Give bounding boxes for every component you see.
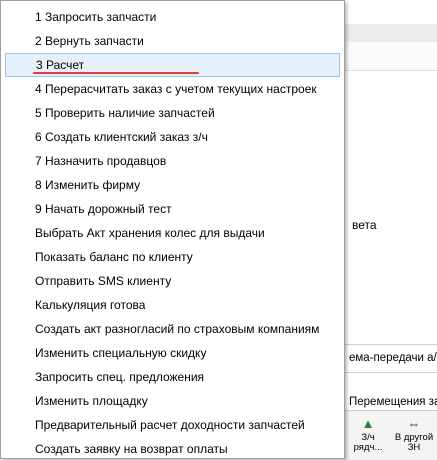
background-divider bbox=[345, 344, 437, 345]
menu-item-show-client-balance[interactable]: Показать баланс по клиенту bbox=[5, 245, 340, 269]
menu-item-label: Изменить специальную скидку bbox=[35, 346, 207, 360]
menu-item-label: 5 Проверить наличие запчастей bbox=[35, 106, 215, 120]
menu-item-create-client-order[interactable]: 6 Создать клиентский заказ з/ч bbox=[5, 125, 340, 149]
background-text-scheme: ема-передачи а/м bbox=[349, 352, 437, 364]
menu-item-preliminary-parts-profit[interactable]: Предварительный расчет доходности запчас… bbox=[5, 413, 340, 437]
background-divider bbox=[345, 372, 437, 373]
menu-item-label: 8 Изменить фирму bbox=[35, 178, 141, 192]
menu-item-label: Калькуляция готова bbox=[35, 298, 146, 312]
menu-item-label: 7 Назначить продавцов bbox=[35, 154, 167, 168]
menu-item-label: Предварительный расчет доходности запчас… bbox=[35, 418, 305, 432]
menu-item-label: Выбрать Акт хранения колес для выдачи bbox=[35, 226, 265, 240]
transfer-arrows-icon: ⇔ bbox=[407, 416, 421, 431]
menu-item-label: 6 Создать клиентский заказ з/ч bbox=[35, 130, 208, 144]
menu-item-change-site[interactable]: Изменить площадку bbox=[5, 389, 340, 413]
menu-item-assign-sellers[interactable]: 7 Назначить продавцов bbox=[5, 149, 340, 173]
menu-item-label: Создать акт разногласий по страховым ком… bbox=[35, 322, 320, 336]
menu-item-label: Изменить площадку bbox=[35, 394, 148, 408]
parts-button-label: З/ч рядч... bbox=[353, 432, 383, 453]
background-bottom-toolbar: ▲ З/ч рядч... ⇔ В другой ЗН bbox=[345, 410, 437, 460]
menu-item-create-insurance-dispute-act[interactable]: Создать акт разногласий по страховым ком… bbox=[5, 317, 340, 341]
move-to-other-order-button[interactable]: ⇔ В другой ЗН bbox=[391, 417, 437, 453]
menu-item-change-company[interactable]: 8 Изменить фирму bbox=[5, 173, 340, 197]
parts-button[interactable]: ▲ З/ч рядч... bbox=[345, 417, 391, 453]
context-menu: 1 Запросить запчасти 2 Вернуть запчасти … bbox=[0, 0, 345, 459]
tree-icon: ▲ bbox=[361, 416, 375, 431]
background-tab-moves[interactable]: Перемещения зап bbox=[349, 396, 437, 408]
menu-item-label: Показать баланс по клиенту bbox=[35, 250, 193, 264]
menu-item-label: Отправить SMS клиенту bbox=[35, 274, 172, 288]
menu-item-label: Запросить спец. предложения bbox=[35, 370, 205, 384]
menu-item-recalculate-order[interactable]: 4 Перерасчитать заказ с учетом текущих н… bbox=[5, 77, 340, 101]
menu-item-check-availability[interactable]: 5 Проверить наличие запчастей bbox=[5, 101, 340, 125]
menu-item-select-wheel-storage-act[interactable]: Выбрать Акт хранения колес для выдачи bbox=[5, 221, 340, 245]
menu-item-change-special-discount[interactable]: Изменить специальную скидку bbox=[5, 341, 340, 365]
move-to-other-order-label: В другой ЗН bbox=[394, 432, 434, 453]
menu-item-label: 4 Перерасчитать заказ с учетом текущих н… bbox=[35, 82, 317, 96]
menu-item-request-special-offers[interactable]: Запросить спец. предложения bbox=[5, 365, 340, 389]
menu-item-label: 9 Начать дорожный тест bbox=[35, 202, 172, 216]
menu-item-calculation-ready[interactable]: Калькуляция готова bbox=[5, 293, 340, 317]
menu-item-label: 2 Вернуть запчасти bbox=[35, 34, 144, 48]
screen: вета ема-передачи а/м Перемещения зап ▲ … bbox=[0, 0, 437, 460]
menu-item-return-parts[interactable]: 2 Вернуть запчасти bbox=[5, 29, 340, 53]
menu-item-label: Создать заявку на возврат оплаты bbox=[35, 442, 228, 456]
menu-item-create-refund-request[interactable]: Создать заявку на возврат оплаты bbox=[5, 437, 340, 460]
menu-item-label: 3 Расчет bbox=[36, 58, 85, 72]
background-text-veta: вета bbox=[352, 218, 377, 232]
menu-item-start-road-test[interactable]: 9 Начать дорожный тест bbox=[5, 197, 340, 221]
annotation-underline bbox=[33, 72, 199, 74]
menu-item-label: 1 Запросить запчасти bbox=[35, 10, 157, 24]
menu-item-request-parts[interactable]: 1 Запросить запчасти bbox=[5, 5, 340, 29]
menu-item-send-sms[interactable]: Отправить SMS клиенту bbox=[5, 269, 340, 293]
